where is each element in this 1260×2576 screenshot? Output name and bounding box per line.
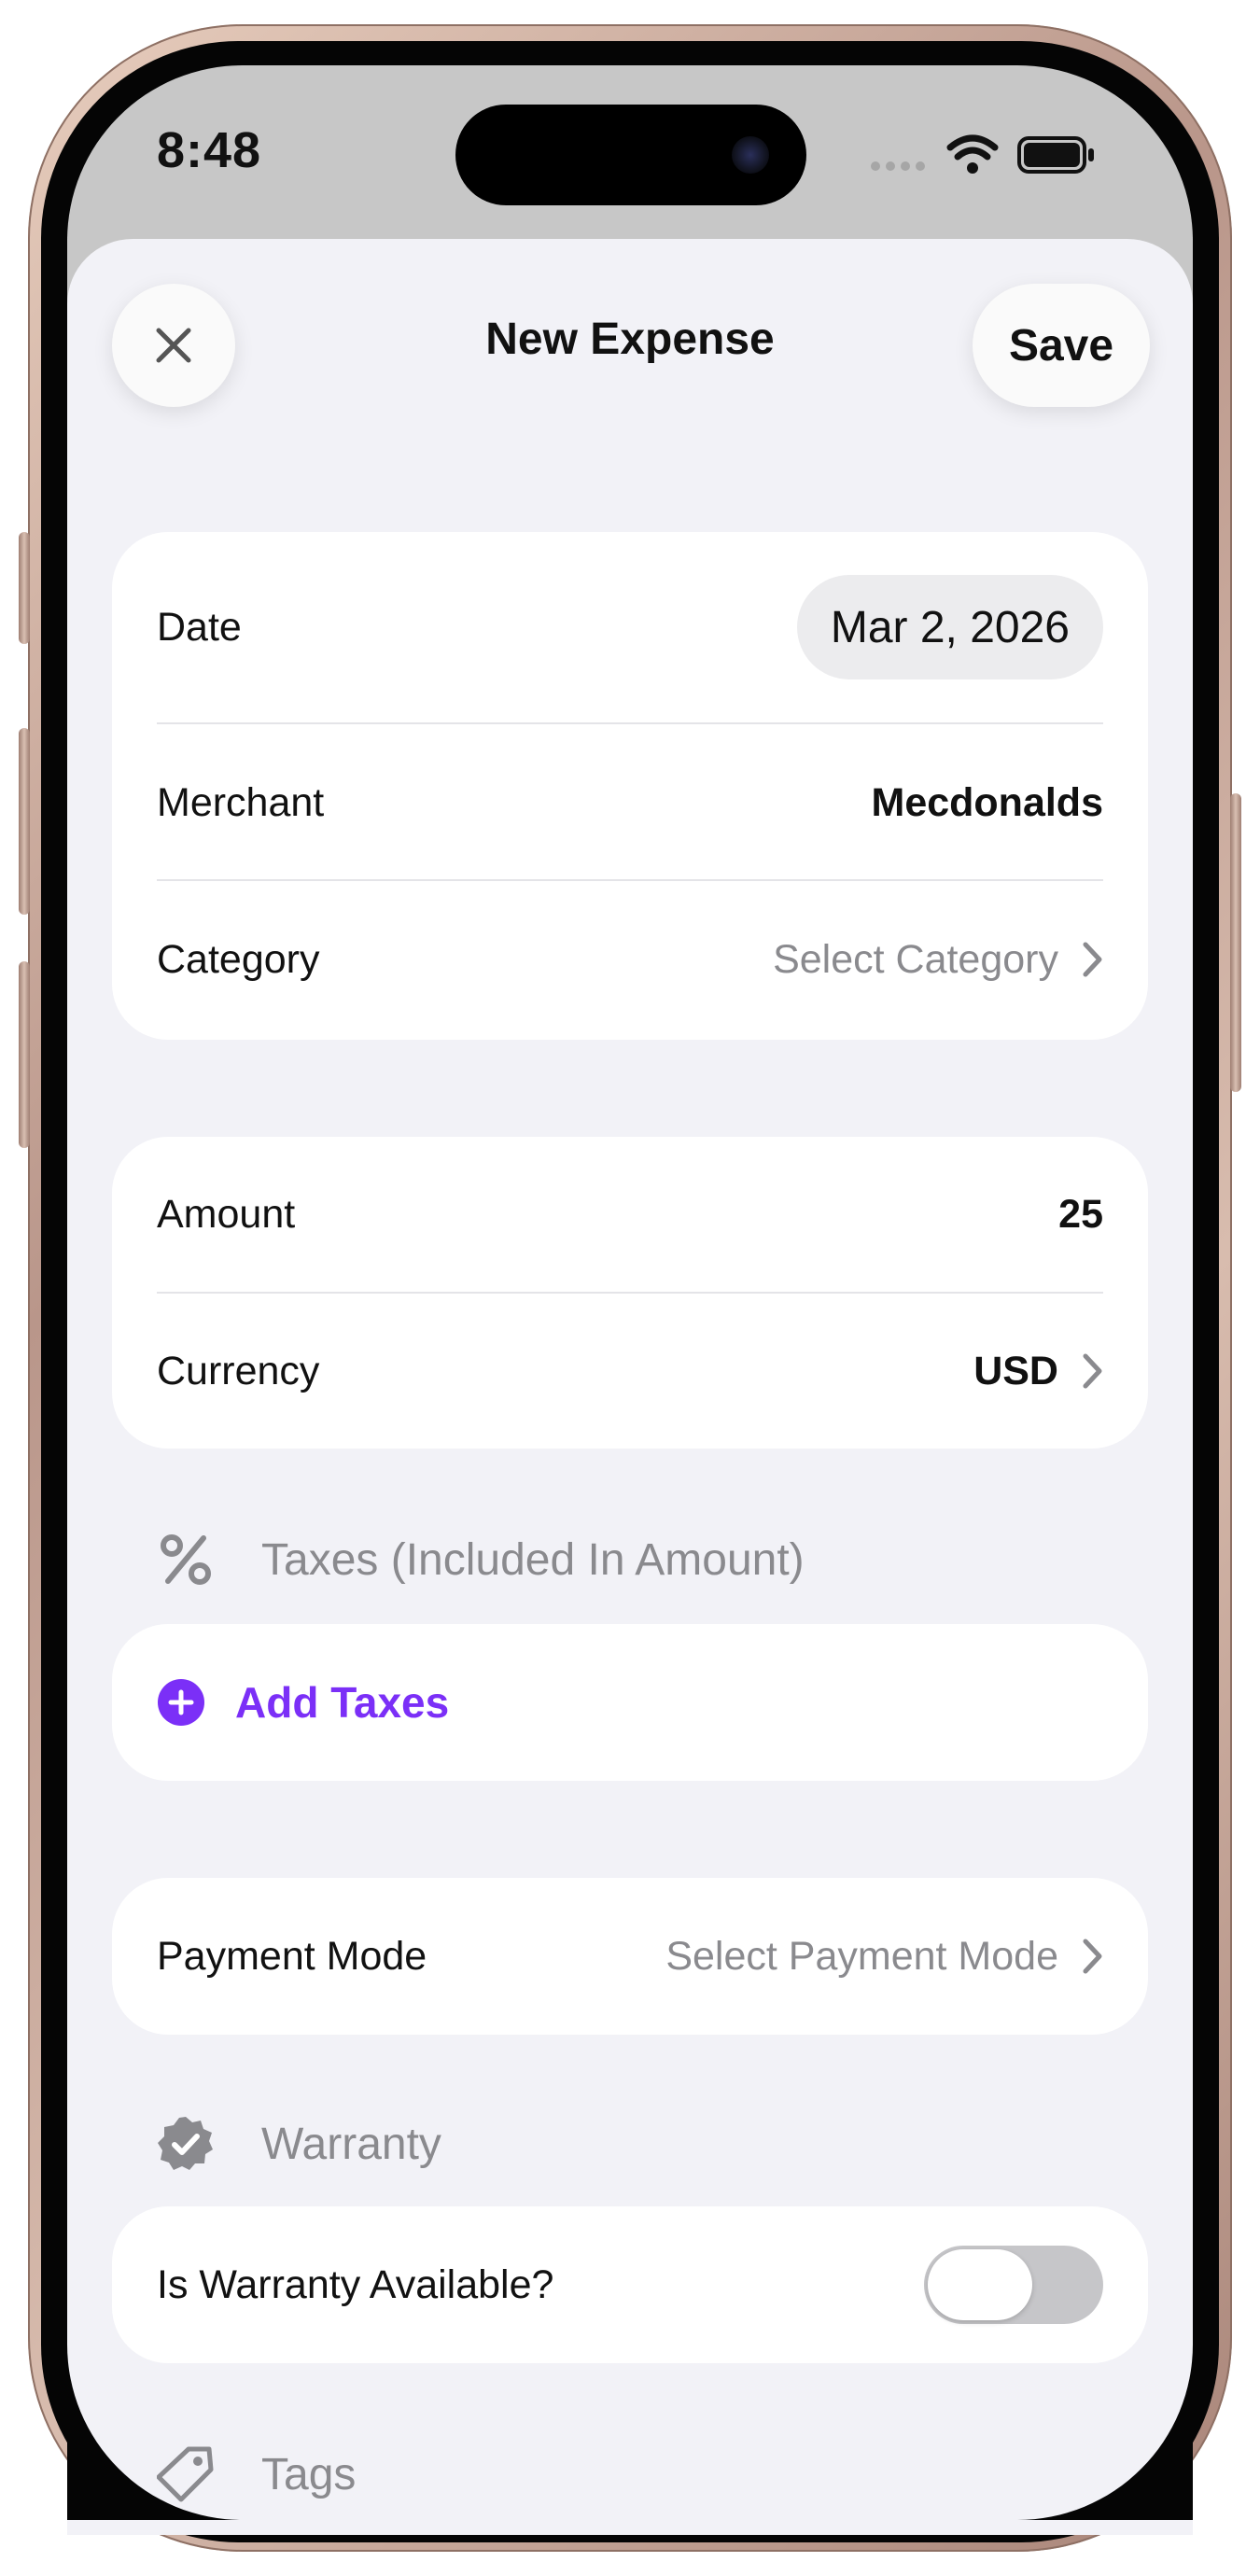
plus-circle-icon	[158, 1679, 204, 1726]
merchant-row[interactable]: Merchant Mecdonalds	[157, 724, 1103, 881]
toggle-knob	[928, 2249, 1032, 2320]
wifi-dot	[967, 162, 978, 174]
add-taxes-button[interactable]: Add Taxes	[157, 1624, 449, 1781]
category-row[interactable]: Category Select Category	[157, 881, 1103, 1038]
currency-selector[interactable]: USD	[973, 1349, 1103, 1394]
volume-up-button	[19, 728, 30, 915]
date-label: Date	[157, 604, 242, 650]
category-value: Select Category	[773, 936, 1058, 982]
cellular-signal-icon	[871, 161, 925, 171]
action-button	[19, 532, 30, 644]
close-button[interactable]	[112, 284, 235, 407]
chevron-right-icon	[1083, 942, 1102, 977]
amount-label: Amount	[157, 1191, 296, 1237]
close-icon	[156, 328, 191, 363]
amount-row[interactable]: Amount 25	[157, 1137, 1103, 1292]
currency-row[interactable]: Currency USD	[157, 1294, 1103, 1449]
taxes-card: Add Taxes	[112, 1624, 1148, 1781]
front-camera	[732, 136, 769, 174]
status-icons	[868, 131, 1101, 177]
screen-corner-mask	[67, 2343, 1193, 2520]
category-selector[interactable]: Select Category	[773, 937, 1103, 983]
merchant-value[interactable]: Mecdonalds	[872, 780, 1104, 826]
merchant-label: Merchant	[157, 779, 325, 825]
chevron-right-icon	[1083, 1939, 1102, 1974]
payment-mode-row[interactable]: Payment Mode Select Payment Mode	[157, 1878, 1103, 2035]
warranty-card: Is Warranty Available?	[112, 2206, 1148, 2363]
wifi-icon	[946, 134, 999, 161]
details-card: Date Mar 2, 2026 Merchant Mecdonalds Cat…	[112, 532, 1148, 1040]
save-button[interactable]: Save	[973, 284, 1150, 407]
add-taxes-label: Add Taxes	[235, 1678, 450, 1727]
currency-value: USD	[973, 1348, 1058, 1393]
volume-down-button	[19, 961, 30, 1148]
percent-icon	[157, 1531, 215, 1589]
status-time: 8:48	[157, 122, 262, 178]
warranty-header-label: Warranty	[261, 2119, 441, 2169]
payment-mode-value: Select Payment Mode	[665, 1933, 1058, 1979]
power-button	[1230, 793, 1241, 1092]
taxes-section-header: Taxes (Included In Amount)	[157, 1531, 805, 1589]
warranty-toggle[interactable]	[924, 2246, 1103, 2324]
date-picker[interactable]: Mar 2, 2026	[796, 575, 1103, 679]
payment-mode-label: Payment Mode	[157, 1933, 427, 1979]
verified-badge-icon	[157, 2115, 215, 2173]
dynamic-island	[455, 105, 806, 205]
amount-card: Amount 25 Currency USD	[112, 1137, 1148, 1449]
warranty-section-header: Warranty	[157, 2115, 441, 2173]
page-title: New Expense	[485, 315, 775, 364]
warranty-question: Is Warranty Available?	[157, 2261, 554, 2307]
date-row: Date Mar 2, 2026	[157, 575, 1103, 679]
taxes-header-label: Taxes (Included In Amount)	[261, 1534, 805, 1585]
payment-card: Payment Mode Select Payment Mode	[112, 1878, 1148, 2035]
chevron-right-icon	[1083, 1353, 1102, 1389]
category-label: Category	[157, 936, 320, 982]
warranty-row: Is Warranty Available?	[157, 2206, 1103, 2363]
payment-mode-selector[interactable]: Select Payment Mode	[665, 1934, 1103, 1980]
currency-label: Currency	[157, 1348, 320, 1393]
amount-value[interactable]: 25	[1058, 1192, 1103, 1238]
battery-icon	[1017, 136, 1094, 174]
